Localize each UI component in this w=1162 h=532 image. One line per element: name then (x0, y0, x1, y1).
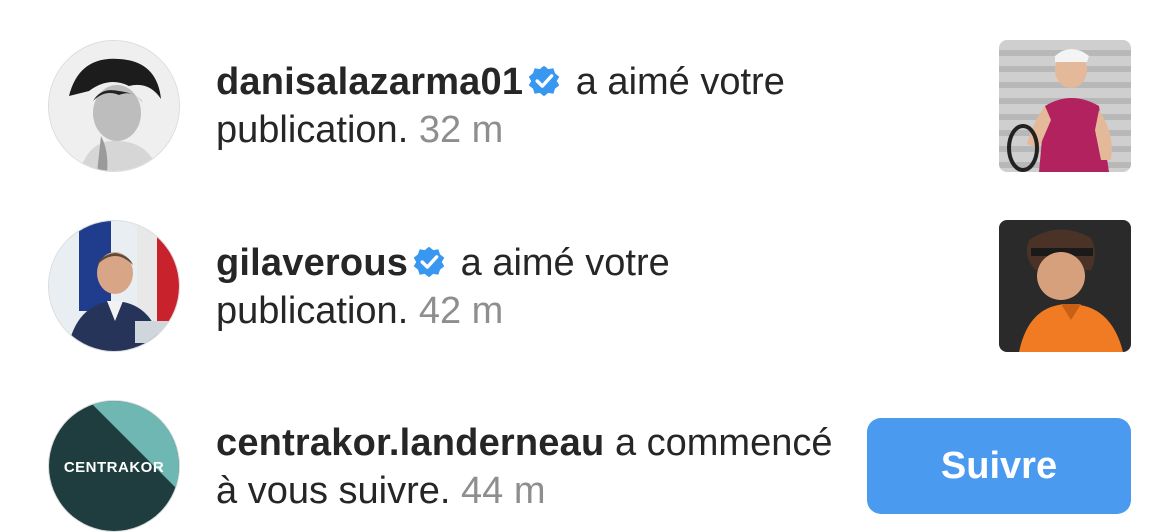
avatar-logo-text: CENTRAKOR (63, 459, 165, 476)
verified-badge-icon (528, 65, 560, 97)
post-thumbnail-image (999, 40, 1131, 172)
verified-badge-icon (413, 246, 445, 278)
avatar-photo (49, 221, 179, 351)
notification-text: gilaverous a aimé votre publication. 42 … (216, 239, 856, 335)
post-thumbnail[interactable] (999, 220, 1131, 352)
avatar[interactable] (48, 220, 180, 352)
notification-text: danisalazarma01 a aimé votre publication… (216, 58, 856, 154)
username[interactable]: gilaverous (216, 242, 408, 284)
timestamp: 32 m (418, 109, 504, 151)
timestamp: 42 m (418, 290, 504, 332)
post-thumbnail[interactable] (999, 40, 1131, 172)
username[interactable]: centrakor.landerneau (216, 422, 604, 464)
username[interactable]: danisalazarma01 (216, 61, 523, 103)
follow-button[interactable]: Suivre (867, 418, 1131, 514)
avatar[interactable] (48, 40, 180, 172)
avatar[interactable]: CENTRAKOR (48, 400, 180, 532)
timestamp: 44 m (461, 470, 546, 512)
post-thumbnail-image (999, 220, 1131, 352)
avatar-photo (49, 41, 179, 171)
notification-text: centrakor.landerneau a commencé à vous s… (216, 419, 856, 515)
